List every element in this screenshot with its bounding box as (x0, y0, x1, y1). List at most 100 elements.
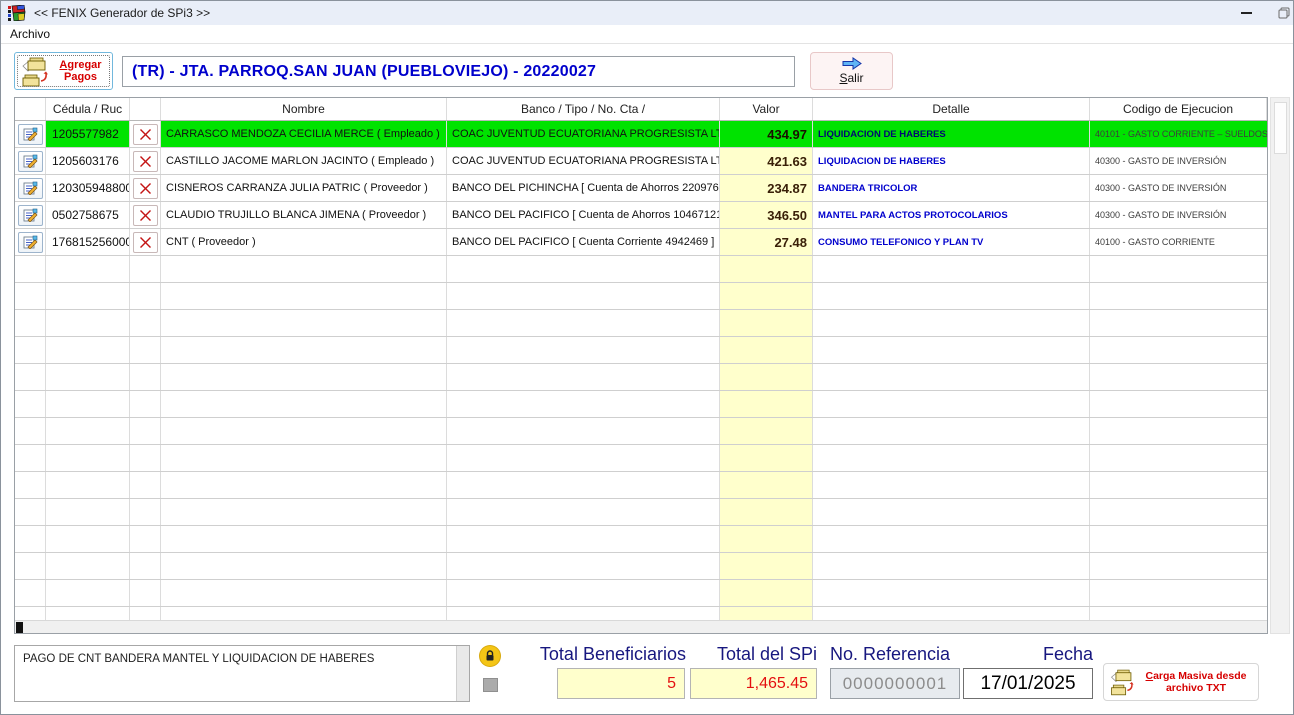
table-row-empty (15, 256, 1267, 283)
table-row[interactable]: 1768152560001 CNT ( Proveedor ) BANCO DE… (15, 229, 1267, 256)
total-beneficiarios-field: 5 (557, 668, 685, 699)
codigo-cell: 40300 - GASTO DE INVERSIÓN (1090, 175, 1267, 201)
fecha-label: Fecha (963, 644, 1093, 665)
header-delete-col (130, 98, 161, 120)
table-row[interactable]: 0502758675 CLAUDIO TRUJILLO BLANCA JIMEN… (15, 202, 1267, 229)
banco-cell: COAC JUVENTUD ECUATORIANA PROGRESISTA LT… (447, 121, 720, 147)
observaciones-textarea[interactable]: PAGO DE CNT BANDERA MANTEL Y LIQUIDACION… (14, 645, 470, 702)
edit-row-button[interactable] (18, 151, 43, 172)
valor-cell: 421.63 (720, 148, 813, 174)
table-row-empty (15, 337, 1267, 364)
valor-cell: 234.87 (720, 175, 813, 201)
edit-row-icon (23, 208, 38, 222)
total-spi-label: Total del SPi (690, 644, 817, 665)
status-checkbox[interactable] (483, 678, 498, 692)
table-row-empty (15, 310, 1267, 337)
nombre-cell: CISNEROS CARRANZA JULIA PATRIC ( Proveed… (161, 175, 447, 201)
referencia-field[interactable]: 0000000001 (830, 668, 960, 699)
vertical-scrollbar-thumb[interactable] (1274, 102, 1287, 154)
lock-indicator[interactable] (480, 646, 500, 666)
delete-row-button[interactable] (133, 124, 158, 145)
carga-masiva-icon (1108, 668, 1138, 696)
nombre-cell: CNT ( Proveedor ) (161, 229, 447, 255)
codigo-cell: 40100 - GASTO CORRIENTE (1090, 229, 1267, 255)
codigo-cell: 40101 - GASTO CORRIENTE – SUELDOS (1090, 121, 1267, 147)
cedula-cell: 1203059488001 (46, 175, 130, 201)
delete-row-icon (139, 209, 152, 222)
delete-row-button[interactable] (133, 178, 158, 199)
table-row[interactable]: 1205577982 CARRASCO MENDOZA CECILIA MERC… (15, 121, 1267, 148)
banco-cell: BANCO DEL PACIFICO [ Cuenta de Ahorros 1… (447, 202, 720, 228)
table-row[interactable]: 1203059488001 CISNEROS CARRANZA JULIA PA… (15, 175, 1267, 202)
edit-row-button[interactable] (18, 124, 43, 145)
delete-row-icon (139, 182, 152, 195)
restore-icon (1278, 7, 1290, 19)
agregar-pagos-button[interactable]: AgregarPagos (14, 52, 113, 90)
detalle-cell: LIQUIDACION DE HABERES (813, 121, 1090, 147)
cedula-cell: 1205577982 (46, 121, 130, 147)
header-valor: Valor (720, 98, 813, 120)
salir-button[interactable]: Salir (810, 52, 893, 90)
banco-cell: BANCO DEL PACIFICO [ Cuenta Corriente 49… (447, 229, 720, 255)
observaciones-scrollbar[interactable] (456, 646, 469, 701)
nombre-cell: CASTILLO JACOME MARLON JACINTO ( Emplead… (161, 148, 447, 174)
vertical-scrollbar[interactable] (1270, 97, 1290, 634)
minimize-button[interactable] (1229, 1, 1263, 25)
edit-row-icon (23, 235, 38, 249)
delete-row-button[interactable] (133, 232, 158, 253)
empty-rows-region (15, 256, 1267, 620)
valor-cell: 27.48 (720, 229, 813, 255)
referencia-label: No. Referencia (830, 644, 960, 665)
horizontal-scrollbar-thumb[interactable] (16, 622, 23, 633)
table-row-empty (15, 364, 1267, 391)
carga-masiva-label: Carga Masiva desdearchivo TXT (1138, 670, 1254, 694)
header-edit-col (15, 98, 46, 120)
table-row-empty (15, 607, 1267, 620)
delete-row-button[interactable] (133, 151, 158, 172)
delete-row-icon (139, 155, 152, 168)
carga-masiva-button[interactable]: Carga Masiva desdearchivo TXT (1103, 663, 1259, 701)
table-row-empty (15, 445, 1267, 472)
salir-arrow-icon (842, 57, 862, 70)
restore-button[interactable] (1267, 1, 1294, 25)
edit-row-button[interactable] (18, 205, 43, 226)
table-row-empty (15, 391, 1267, 418)
edit-row-button[interactable] (18, 232, 43, 253)
windows-flag-icon (8, 5, 26, 21)
total-beneficiarios-label: Total Beneficiarios (500, 644, 686, 665)
header-banco: Banco / Tipo / No. Cta / (447, 98, 720, 120)
salir-label: Salir (839, 71, 863, 85)
payments-table: Cédula / Ruc Nombre Banco / Tipo / No. C… (14, 97, 1268, 634)
edit-row-icon (23, 181, 38, 195)
banco-cell: BANCO DEL PICHINCHA [ Cuenta de Ahorros … (447, 175, 720, 201)
delete-row-button[interactable] (133, 205, 158, 226)
nombre-cell: CARRASCO MENDOZA CECILIA MERCE ( Emplead… (161, 121, 447, 147)
valor-cell: 434.97 (720, 121, 813, 147)
table-row-empty (15, 472, 1267, 499)
valor-cell: 346.50 (720, 202, 813, 228)
nombre-cell: CLAUDIO TRUJILLO BLANCA JIMENA ( Proveed… (161, 202, 447, 228)
window-title: << FENIX Generador de SPi3 >> (34, 6, 210, 20)
table-row-empty (15, 418, 1267, 445)
cedula-cell: 1205603176 (46, 148, 130, 174)
table-row-empty (15, 553, 1267, 580)
edit-row-button[interactable] (18, 178, 43, 199)
lock-icon (484, 650, 496, 662)
codigo-cell: 40300 - GASTO DE INVERSIÓN (1090, 202, 1267, 228)
title-bar: << FENIX Generador de SPi3 >> (1, 1, 1293, 25)
horizontal-scrollbar[interactable] (15, 620, 1267, 633)
detalle-cell: LIQUIDACION DE HABERES (813, 148, 1090, 174)
entity-title-field[interactable]: (TR) - JTA. PARROQ.SAN JUAN (PUEBLOVIEJO… (122, 56, 795, 87)
menu-archivo[interactable]: Archivo (1, 25, 59, 43)
edit-row-icon (23, 154, 38, 168)
fecha-field[interactable]: 17/01/2025 (963, 668, 1093, 699)
codigo-cell: 40300 - GASTO DE INVERSIÓN (1090, 148, 1267, 174)
menu-bar: Archivo (1, 25, 1293, 44)
table-row[interactable]: 1205603176 CASTILLO JACOME MARLON JACINT… (15, 148, 1267, 175)
table-row-empty (15, 499, 1267, 526)
banco-cell: COAC JUVENTUD ECUATORIANA PROGRESISTA LT… (447, 148, 720, 174)
delete-row-icon (139, 128, 152, 141)
detalle-cell: CONSUMO TELEFONICO Y PLAN TV (813, 229, 1090, 255)
table-body: 1205577982 CARRASCO MENDOZA CECILIA MERC… (15, 121, 1267, 620)
edit-row-icon (23, 127, 38, 141)
